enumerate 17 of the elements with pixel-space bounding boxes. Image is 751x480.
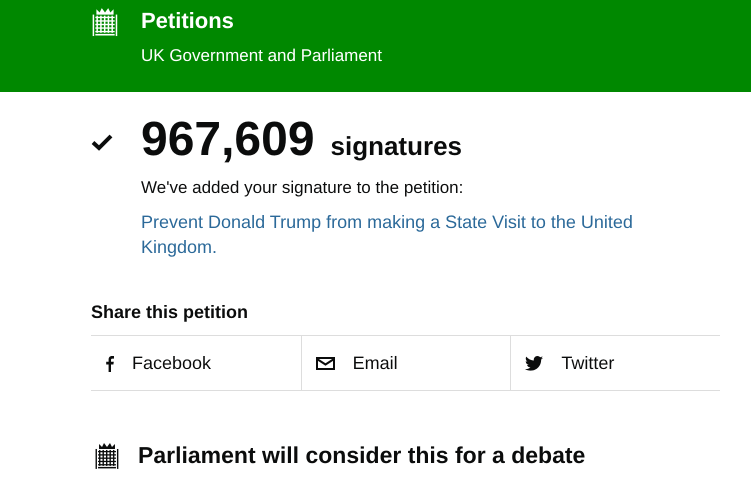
signatures-label: signatures (330, 131, 462, 162)
share-button[interactable]: Twitter (510, 336, 720, 390)
share-heading: Share this petition (91, 302, 250, 323)
checkmark-icon (91, 134, 113, 151)
bird-icon (525, 356, 544, 370)
confirmation-message: We've added your signature to the petition: (141, 178, 464, 198)
facebook-icon (105, 354, 114, 372)
share-button[interactable]: Email (300, 336, 510, 390)
petition-link[interactable]: Prevent Donald Trump from making a State Visit to the United Kingdom. (141, 210, 681, 260)
envelope-icon (316, 356, 335, 370)
site-title: Petitions (141, 8, 235, 34)
site-subtitle: UK Government and Parliament (141, 46, 382, 66)
portcullis-icon (91, 6, 119, 38)
portcullis-icon (94, 441, 120, 471)
signature-count: 967,609 (141, 114, 315, 166)
debate-heading: Parliament will consider this for a debate (138, 442, 586, 470)
share-button[interactable]: Facebook (91, 336, 301, 390)
